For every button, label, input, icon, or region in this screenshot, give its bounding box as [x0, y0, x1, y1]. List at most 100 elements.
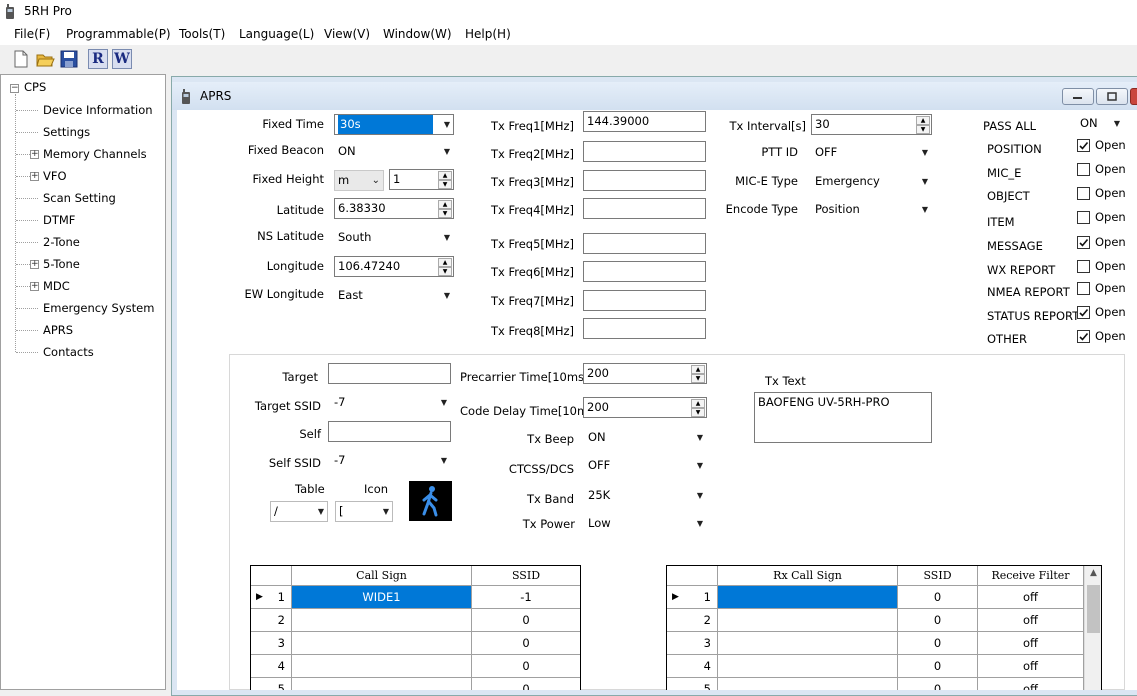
table-cell[interactable]	[292, 632, 472, 655]
menu-view[interactable]: View(V)	[324, 27, 370, 41]
tx-power-select[interactable]: Low ▼	[584, 513, 707, 534]
table-cell[interactable]: off	[978, 609, 1084, 632]
ew-longitude-select[interactable]: East ▼	[334, 285, 454, 306]
row-header[interactable]: 5	[667, 678, 718, 690]
filter-checkbox-position[interactable]	[1077, 139, 1090, 152]
scroll-thumb[interactable]	[1087, 585, 1100, 633]
table-cell[interactable]	[718, 586, 898, 609]
tx-text-area[interactable]: BAOFENG UV-5RH-PRO	[754, 392, 932, 443]
tree-item-5-tone[interactable]: 5-Tone	[43, 254, 80, 274]
tree-item-mdc[interactable]: MDC	[43, 276, 70, 296]
table-cell[interactable]: 0	[472, 632, 580, 655]
tree-item-scan-setting[interactable]: Scan Setting	[43, 188, 116, 208]
filter-checkbox-status-report[interactable]	[1077, 306, 1090, 319]
menu-window[interactable]: Window(W)	[383, 27, 452, 41]
column-header[interactable]: SSID	[898, 566, 978, 586]
fixed-height-unit-select[interactable]: m ⌄	[334, 170, 384, 191]
spin-up-icon[interactable]: ▲	[438, 200, 452, 209]
self-input[interactable]	[328, 421, 451, 442]
table-cell[interactable]: 0	[898, 609, 978, 632]
menu-help[interactable]: Help(H)	[465, 27, 511, 41]
target-ssid-select[interactable]: -7 ▼	[330, 392, 451, 413]
filter-checkbox-wx-report[interactable]	[1077, 260, 1090, 273]
precarrier-time-spinner[interactable]: 200 ▲ ▼	[583, 363, 707, 384]
column-header[interactable]: Rx Call Sign	[718, 566, 898, 586]
pass-all-select[interactable]: ON ▼	[1076, 113, 1124, 134]
table-cell[interactable]	[292, 609, 472, 632]
tx-freq3-input[interactable]	[583, 170, 706, 191]
tree-item-device-information[interactable]: Device Information	[43, 100, 153, 120]
row-header[interactable]: 5	[251, 678, 292, 690]
aprs-icon-select[interactable]: [▼	[335, 501, 393, 522]
table-cell[interactable]	[718, 609, 898, 632]
table-cell[interactable]: 0	[472, 678, 580, 690]
tree-item-aprs[interactable]: APRS	[43, 320, 73, 340]
menu-tools[interactable]: Tools(T)	[179, 27, 225, 41]
code-delay-time-spinner[interactable]: 200 ▲ ▼	[583, 397, 707, 418]
row-header[interactable]: 2	[667, 609, 718, 632]
table-cell[interactable]	[292, 678, 472, 690]
table-cell[interactable]: WIDE1	[292, 586, 472, 609]
spin-up-icon[interactable]: ▲	[691, 399, 705, 408]
minimize-button[interactable]	[1062, 88, 1094, 105]
fixed-height-spinner[interactable]: 1 ▲ ▼	[389, 169, 454, 190]
expand-icon[interactable]: +	[30, 260, 39, 269]
column-header[interactable]: Call Sign	[292, 566, 472, 586]
vertical-scrollbar[interactable]: ▲	[1084, 566, 1101, 690]
target-input[interactable]	[328, 363, 451, 384]
spin-down-icon[interactable]: ▼	[438, 209, 452, 218]
spin-up-icon[interactable]: ▲	[691, 365, 705, 374]
menu-file[interactable]: File(F)	[14, 27, 50, 41]
close-button[interactable]	[1130, 88, 1137, 105]
table-cell[interactable]: 0	[898, 655, 978, 678]
filter-checkbox-message[interactable]	[1077, 236, 1090, 249]
filter-checkbox-item[interactable]	[1077, 211, 1090, 224]
scroll-up-icon[interactable]: ▲	[1085, 568, 1101, 583]
longitude-spinner[interactable]: 106.47240 ▲ ▼	[334, 256, 454, 277]
restore-button[interactable]	[1096, 88, 1128, 105]
table-cell[interactable]: off	[978, 655, 1084, 678]
fixed-beacon-select[interactable]: ON ▼	[334, 141, 454, 162]
spin-up-icon[interactable]: ▲	[438, 258, 452, 267]
latitude-spinner[interactable]: 6.38330 ▲ ▼	[334, 198, 454, 219]
spin-down-icon[interactable]: ▼	[438, 267, 452, 276]
tx-beep-select[interactable]: ON ▼	[584, 427, 707, 448]
table-cell[interactable]: off	[978, 632, 1084, 655]
menu-language[interactable]: Language(L)	[239, 27, 314, 41]
tx-interval-spinner[interactable]: 30 ▲ ▼	[811, 114, 932, 135]
tx-freq6-input[interactable]	[583, 261, 706, 282]
collapse-icon[interactable]: −	[10, 84, 19, 93]
write-radio-button[interactable]: W	[112, 49, 132, 69]
table-cell[interactable]: 0	[898, 586, 978, 609]
tree-item-settings[interactable]: Settings	[43, 122, 90, 142]
expand-icon[interactable]: +	[30, 150, 39, 159]
tx-freq4-input[interactable]	[583, 198, 706, 219]
table-cell[interactable]: 0	[898, 678, 978, 690]
expand-icon[interactable]: +	[30, 282, 39, 291]
row-header[interactable]: 3	[667, 632, 718, 655]
table-cell[interactable]: -1	[472, 586, 580, 609]
expand-icon[interactable]: +	[30, 172, 39, 181]
spin-up-icon[interactable]: ▲	[438, 171, 452, 180]
table-cell[interactable]: 0	[898, 632, 978, 655]
ns-latitude-select[interactable]: South ▼	[334, 227, 454, 248]
tx-freq8-input[interactable]	[583, 318, 706, 339]
row-header[interactable]: 3	[251, 632, 292, 655]
table-cell[interactable]	[718, 678, 898, 690]
table-cell[interactable]: off	[978, 678, 1084, 690]
tx-freq1-input[interactable]: 144.39000	[583, 111, 706, 132]
column-header[interactable]: SSID	[472, 566, 580, 586]
row-header[interactable]: 2	[251, 609, 292, 632]
aprs-table-select[interactable]: / ▼	[270, 501, 328, 522]
ptt-id-select[interactable]: OFF ▼	[811, 142, 932, 163]
tx-band-select[interactable]: 25K ▼	[584, 485, 707, 506]
tree-item-memory-channels[interactable]: Memory Channels	[43, 144, 147, 164]
filter-checkbox-mic-e[interactable]	[1077, 163, 1090, 176]
open-folder-icon[interactable]	[35, 49, 55, 69]
spin-down-icon[interactable]: ▼	[916, 125, 930, 134]
tx-freq5-input[interactable]	[583, 233, 706, 254]
row-header[interactable]: 4	[251, 655, 292, 678]
tree-item-dtmf[interactable]: DTMF	[43, 210, 75, 230]
spin-down-icon[interactable]: ▼	[691, 374, 705, 383]
fixed-time-select[interactable]: 30s ▼	[334, 114, 454, 135]
